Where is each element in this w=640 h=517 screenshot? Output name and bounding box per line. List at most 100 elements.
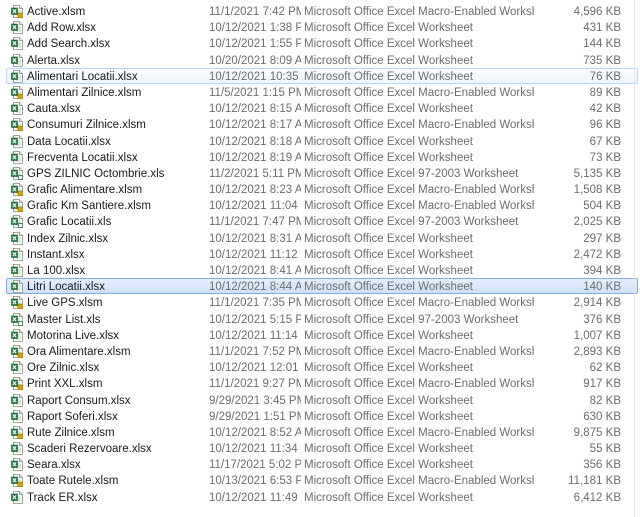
file-date-modified: 10/12/2021 8:31 AM	[209, 232, 301, 245]
excel-file-icon	[11, 134, 23, 148]
excel-file-icon	[11, 231, 23, 245]
excel-macro-file-icon	[11, 5, 24, 19]
file-name: Active.xlsm	[27, 6, 86, 18]
file-row[interactable]: Track ER.xlsx 10/12/2021 11:49 ... Microso…	[6, 489, 638, 505]
file-row[interactable]: Active.xlsm 11/1/2021 7:42 PM Microsoft Of…	[6, 3, 638, 19]
file-row[interactable]: Ore Zilnic.xlsx 10/12/2021 12:01 ...Micro…	[6, 359, 638, 375]
file-row[interactable]: Toate Rutele.xlsm 10/13/2021 6:53 PMMicro…	[6, 472, 638, 488]
file-row[interactable]: Motorina Live.xlsx 10/12/2021 11:14 ... Mi…	[6, 327, 638, 343]
file-date-modified: 10/12/2021 1:55 PM	[209, 38, 301, 51]
file-size: 76 KB	[589, 70, 621, 83]
file-row[interactable]: Data Locatii.xlsx 10/12/2021 8:18 AMMicro…	[6, 133, 638, 149]
file-row[interactable]: Raport Consum.xlsx 9/29/2021 3:45 PM Micro…	[6, 392, 638, 408]
excel-file-icon	[11, 328, 23, 342]
file-type: Microsoft Office Excel Worksheet	[304, 281, 473, 294]
file-date-modified: 10/13/2021 6:53 PM	[209, 475, 301, 488]
excel-macro-file-icon	[11, 425, 24, 440]
file-row[interactable]: Litri Locatii.xlsx 10/12/2021 8:44 AMMicr…	[6, 278, 638, 295]
file-name: Live GPS.xlsm	[27, 297, 103, 310]
file-name: Rute Zilnice.xlsm	[27, 426, 115, 439]
file-size: 431 KB	[583, 22, 621, 35]
file-row[interactable]: Alerta.xlsx 10/20/2021 8:09 AMMicrosoft O…	[6, 52, 638, 68]
file-row[interactable]: Add Row.xlsx 10/12/2021 1:38 PMMicrosoft …	[6, 19, 638, 35]
file-type: Microsoft Office Excel Macro-Enabled Wor…	[304, 475, 534, 488]
excel-file-icon	[11, 280, 23, 294]
excel-file-icon	[11, 442, 23, 455]
file-size: 82 KB	[589, 394, 621, 407]
file-size: 297 KB	[583, 232, 621, 245]
file-row[interactable]: Live GPS.xlsm 11/1/2021 7:35 PM Microsoft …	[6, 294, 638, 310]
file-type: Microsoft Office Excel 97-2003 Worksheet	[304, 313, 519, 326]
file-date-modified: 10/12/2021 10:35 ...	[209, 70, 301, 83]
file-date-modified: 10/12/2021 1:38 PM	[209, 22, 301, 35]
file-row[interactable]: Alimentari Zilnice.xlsm 11/5/2021 1:15 PM…	[6, 84, 638, 100]
file-type: Microsoft Office Excel 97-2003 Worksheet	[304, 167, 519, 180]
excel-macro-file-icon	[11, 377, 24, 391]
file-size: 11,181 KB	[568, 475, 621, 488]
file-list: Active.xlsm 11/1/2021 7:42 PM Microsoft Of…	[0, 0, 640, 505]
file-row[interactable]: Grafic Alimentare.xlsm 10/12/2021 8:23 AM…	[6, 181, 638, 197]
file-name: GPS ZILNIC Octombrie.xls	[27, 167, 165, 180]
file-date-modified: 10/12/2021 8:41 AM	[209, 265, 301, 277]
excel-macro-file-icon	[11, 474, 24, 488]
file-type: Microsoft Office Excel Worksheet	[304, 151, 473, 164]
file-name: Toate Rutele.xlsm	[27, 475, 119, 488]
file-row[interactable]: Print XXL.xlsm 11/1/2021 9:27 PM Microsoft…	[6, 375, 638, 391]
file-date-modified: 10/12/2021 8:23 AM	[209, 184, 301, 197]
file-size: 917 KB	[583, 378, 621, 391]
file-row[interactable]: Instant.xlsx 10/12/2021 11:12 ... Microsof…	[6, 246, 638, 262]
file-date-modified: 11/1/2021 7:42 PM	[209, 6, 301, 18]
excel-97-file-icon	[11, 312, 23, 326]
file-row[interactable]: Master List.xls 10/12/2021 5:15 PMMicroso…	[6, 311, 638, 327]
file-type: Microsoft Office Excel Worksheet	[304, 248, 473, 261]
file-type: Microsoft Office Excel Worksheet	[304, 232, 473, 245]
file-row[interactable]: Raport Soferi.xlsx 9/29/2021 1:51 PM Micro…	[6, 408, 638, 424]
file-row[interactable]: Scaderi Rezervoare.xlsx 10/12/2021 11:34 …	[6, 440, 638, 456]
file-name: Raport Consum.xlsx	[27, 394, 131, 407]
file-type: Microsoft Office Excel Macro-Enabled Wor…	[304, 184, 534, 197]
file-name: Scaderi Rezervoare.xlsx	[27, 443, 152, 456]
file-row[interactable]: GPS ZILNIC Octombrie.xls 11/2/2021 5:11 P…	[6, 165, 638, 181]
file-row[interactable]: Frecventa Locatii.xlsx 10/12/2021 8:19 AM…	[6, 149, 638, 165]
file-date-modified: 10/12/2021 8:19 AM	[209, 151, 301, 164]
excel-file-icon	[11, 409, 23, 423]
file-size: 2,893 KB	[573, 345, 621, 358]
file-name: Grafic Alimentare.xlsm	[27, 184, 143, 197]
file-date-modified: 11/17/2021 5:02 PM	[209, 459, 301, 472]
excel-file-icon	[11, 361, 23, 375]
file-size: 96 KB	[589, 119, 621, 132]
file-size: 2,472 KB	[573, 248, 621, 261]
file-date-modified: 10/12/2021 8:44 AM	[209, 281, 301, 294]
file-row[interactable]: Seara.xlsx 11/17/2021 5:02 PMMicrosoft Of…	[6, 456, 638, 472]
excel-macro-file-icon	[11, 183, 24, 197]
file-row[interactable]: Alimentari Locatii.xlsx 10/12/2021 10:35 …	[6, 67, 638, 84]
file-date-modified: 10/12/2021 11:12 ...	[209, 248, 301, 261]
file-name: Raport Soferi.xlsx	[27, 410, 118, 423]
file-size: 73 KB	[589, 151, 621, 164]
file-row[interactable]: Consumuri Zilnice.xlsm 10/12/2021 8:17 AM…	[6, 116, 638, 132]
file-row[interactable]: Grafic Locatii.xls 11/1/2021 7:47 PM Micro…	[6, 213, 638, 229]
file-row[interactable]: Cauta.xlsx 10/12/2021 8:15 AMMicrosoft Of…	[6, 100, 638, 116]
excel-macro-file-icon	[11, 199, 24, 213]
file-row[interactable]: Ora Alimentare.xlsm 11/1/2021 7:52 PM Micr…	[6, 343, 638, 359]
file-name: Track ER.xlsx	[27, 491, 98, 504]
file-row[interactable]: La 100.xlsx 10/12/2021 8:41 AMMicrosoft O…	[6, 262, 638, 278]
file-name: Add Search.xlsx	[27, 38, 111, 51]
file-type: Microsoft Office Excel Macro-Enabled Wor…	[304, 6, 534, 18]
file-date-modified: 10/12/2021 11:14 ...	[209, 329, 301, 342]
file-row[interactable]: Index Zilnic.xlsx 10/12/2021 8:31 AMMicro…	[6, 230, 638, 246]
excel-file-icon	[11, 102, 23, 116]
file-name: Ore Zilnic.xlsx	[27, 362, 100, 375]
excel-97-file-icon	[11, 215, 23, 229]
file-name: Alerta.xlsx	[27, 54, 81, 67]
file-name: Litri Locatii.xlsx	[27, 281, 105, 294]
file-date-modified: 9/29/2021 1:51 PM	[209, 410, 301, 423]
file-row[interactable]: Grafic Km Santiere.xlsm 10/12/2021 11:04 …	[6, 197, 638, 213]
file-name: Cauta.xlsx	[27, 103, 81, 116]
file-type: Microsoft Office Excel Worksheet	[304, 38, 473, 51]
file-row[interactable]: Add Search.xlsx 10/12/2021 1:55 PMMicroso…	[6, 35, 638, 51]
file-type: Microsoft Office Excel Worksheet	[304, 70, 473, 83]
file-size: 55 KB	[589, 443, 621, 456]
file-type: Microsoft Office Excel Worksheet	[304, 103, 473, 116]
file-row[interactable]: Rute Zilnice.xlsm 10/12/2021 8:52 AMMicro…	[6, 424, 638, 440]
